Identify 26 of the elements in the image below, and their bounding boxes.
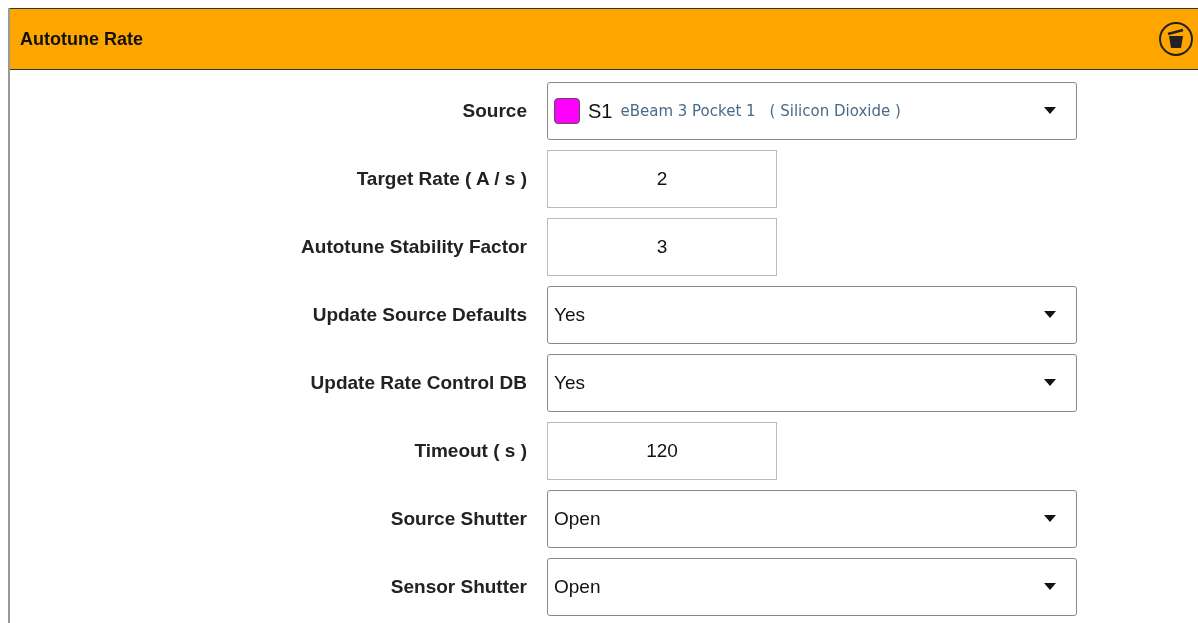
- caret-icon: [1044, 583, 1056, 591]
- dropdown[interactable]: Open: [547, 558, 1077, 616]
- source-name: eBeam 3 Pocket 1: [620, 102, 756, 120]
- caret-icon: [1044, 379, 1056, 387]
- input-field[interactable]: 3: [547, 218, 777, 276]
- field-label: Sensor Shutter: [389, 576, 527, 598]
- dropdown[interactable]: Yes: [547, 354, 1077, 412]
- field-label: Autotune Stability Factor: [300, 236, 527, 258]
- field-label: Target Rate ( A / s ): [355, 168, 527, 190]
- field-label: Source Shutter: [389, 508, 527, 530]
- source-dropdown[interactable]: S1 eBeam 3 Pocket 1 ( Silicon Dioxide ): [547, 82, 1077, 140]
- caret-icon: [1044, 311, 1056, 319]
- field-label: Update Rate Control DB: [309, 372, 527, 394]
- caret-icon: [1044, 107, 1056, 115]
- field-label: Source: [461, 100, 527, 122]
- dropdown[interactable]: Open: [547, 490, 1077, 548]
- trash-icon[interactable]: [1158, 21, 1194, 57]
- field-label: Timeout ( s ): [413, 440, 527, 462]
- panel-title: Autotune Rate: [20, 28, 143, 50]
- source-material: ( Silicon Dioxide ): [769, 102, 901, 120]
- input-field[interactable]: 120: [547, 422, 777, 480]
- dropdown[interactable]: Yes: [547, 286, 1077, 344]
- caret-icon: [1044, 515, 1056, 523]
- field-label: Update Source Defaults: [311, 304, 527, 326]
- source-code: S1: [588, 99, 613, 123]
- input-field[interactable]: 2: [547, 150, 777, 208]
